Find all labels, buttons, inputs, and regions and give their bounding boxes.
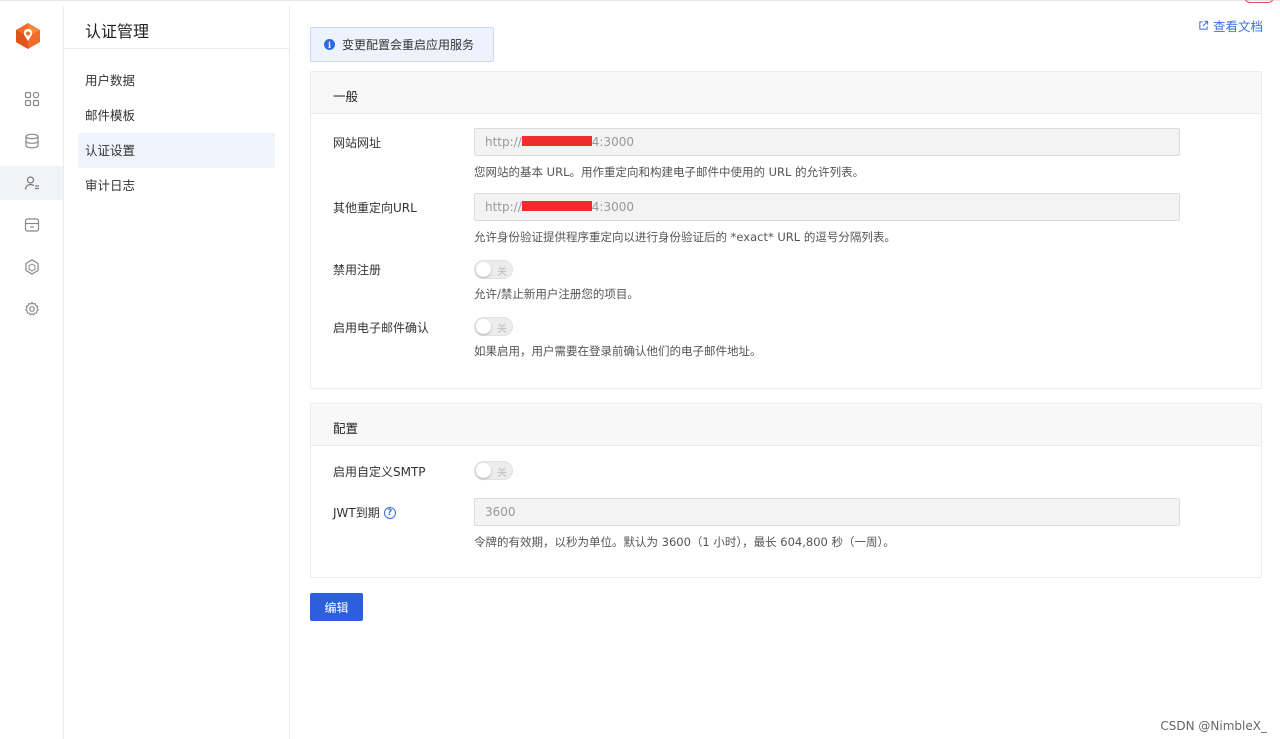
icon-rail (0, 6, 64, 739)
site-url-suffix: 4:3000 (591, 135, 634, 149)
site-url-prefix: http:// (485, 135, 522, 149)
site-url-help: 您网站的基本 URL。用作重定向和构建电子邮件中使用的 URL 的允许列表。 (474, 165, 865, 179)
edge-function-icon (24, 259, 39, 275)
redacted-block (521, 136, 592, 146)
redirect-urls-prefix: http:// (485, 200, 522, 214)
toggle-state-text: 关 (497, 267, 507, 278)
rail-item-database[interactable] (0, 124, 63, 158)
rail-item-dashboard[interactable] (0, 82, 63, 116)
toggle-knob (476, 319, 491, 334)
sidebar-title: 认证管理 (64, 6, 289, 49)
storage-icon (24, 218, 39, 232)
redacted-block (521, 201, 592, 211)
toggle-knob (476, 463, 491, 478)
edit-button[interactable]: 编辑 (310, 593, 363, 621)
config-settings-card: 配置 启用自定义SMTP 关 JWT到期 ? 3600 令牌的有效期，以秒为单位… (310, 403, 1262, 578)
rail-item-auth[interactable] (0, 166, 63, 200)
email-confirm-toggle[interactable]: 关 (474, 317, 513, 336)
rail-item-functions[interactable] (0, 250, 63, 284)
toggle-state-text: 关 (497, 324, 507, 335)
info-icon: i (324, 39, 335, 50)
sidebar-menu: 用户数据 邮件模板 认证设置 审计日志 (64, 49, 289, 203)
sidebar-item-user-data[interactable]: 用户数据 (78, 63, 275, 98)
dashboard-icon (24, 91, 39, 107)
jwt-expiry-help: 令牌的有效期，以秒为单位。默认为 3600（1 小时），最长 604,800 秒… (474, 535, 895, 549)
config-card-title: 配置 (311, 404, 1261, 446)
jwt-expiry-label: JWT到期 (333, 506, 380, 520)
sidebar-item-email-templates[interactable]: 邮件模板 (78, 98, 275, 133)
auth-sidebar: 认证管理 用户数据 邮件模板 认证设置 审计日志 (64, 6, 290, 739)
main-content: 查看文档 i 变更配置会重启应用服务 一般 网站网址 http:// 4:3000… (290, 6, 1280, 739)
sidebar-item-auth-settings[interactable]: 认证设置 (78, 133, 275, 168)
jwt-expiry-label-group: JWT到期 ? (333, 504, 396, 521)
docs-link-label: 查看文档 (1212, 19, 1263, 34)
general-card-title: 一般 (311, 72, 1261, 114)
disable-signup-help: 允许/禁止新用户注册您的项目。 (474, 287, 639, 301)
browser-corner-decoration (1244, 0, 1274, 3)
docs-link[interactable]: 查看文档 (1198, 16, 1263, 35)
rail-item-storage[interactable] (0, 208, 63, 242)
general-settings-card: 一般 网站网址 http:// 4:3000 您网站的基本 URL。用作重定向和构… (310, 71, 1262, 389)
redirect-urls-label: 其他重定向URL (333, 201, 417, 215)
help-question-icon[interactable]: ? (383, 506, 396, 519)
site-url-input[interactable]: http:// 4:3000 (474, 128, 1180, 156)
jwt-expiry-input[interactable]: 3600 (474, 498, 1180, 526)
custom-smtp-label: 启用自定义SMTP (333, 465, 426, 479)
restart-notice: i 变更配置会重启应用服务 (310, 27, 494, 62)
external-link-icon (1199, 20, 1209, 30)
watermark-text: CSDN @NimbleX_ (1160, 719, 1267, 733)
logo-icon[interactable] (14, 22, 42, 50)
toggle-state-text: 关 (497, 468, 507, 479)
user-auth-icon (24, 176, 39, 190)
toggle-knob (476, 262, 491, 277)
disable-signup-toggle[interactable]: 关 (474, 260, 513, 279)
redirect-urls-input[interactable]: http:// 4:3000 (474, 193, 1180, 221)
database-icon (24, 133, 39, 149)
redirect-urls-suffix: 4:3000 (591, 200, 634, 214)
notice-text: 变更配置会重启应用服务 (342, 38, 475, 52)
site-url-label: 网站网址 (333, 136, 382, 150)
redirect-urls-help: 允许身份验证提供程序重定向以进行身份验证后的 *exact* URL 的逗号分隔… (474, 230, 896, 244)
sidebar-item-audit-logs[interactable]: 审计日志 (78, 168, 275, 203)
rail-item-settings[interactable] (0, 292, 63, 326)
disable-signup-label: 禁用注册 (333, 263, 382, 277)
custom-smtp-toggle[interactable]: 关 (474, 461, 513, 480)
email-confirm-help: 如果启用，用户需要在登录前确认他们的电子邮件地址。 (474, 344, 762, 358)
settings-icon (24, 301, 39, 316)
email-confirm-label: 启用电子邮件确认 (333, 321, 430, 335)
